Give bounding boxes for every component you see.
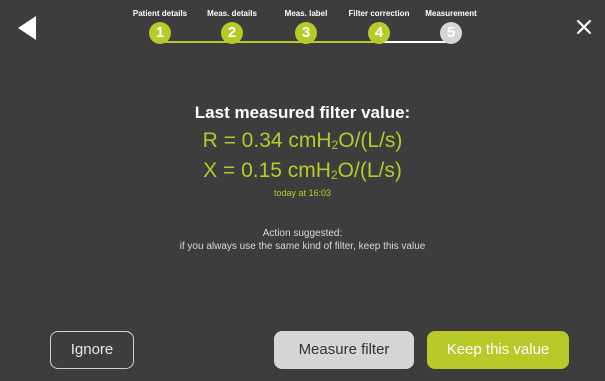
progress-stepper: Patient details 1 Meas. details 2 Meas. …: [120, 8, 500, 58]
ignore-button[interactable]: Ignore: [50, 331, 134, 369]
back-arrow-icon: [18, 16, 36, 40]
measure-filter-button[interactable]: Measure filter: [274, 331, 414, 369]
action-suggestion: Action suggested: if you always use the …: [0, 227, 605, 253]
step-number: 3: [295, 22, 317, 44]
step-number: 4: [368, 22, 390, 44]
resistance-value: R = 0.34 cmH2O/(L/s): [0, 128, 605, 154]
close-icon: [576, 19, 592, 35]
action-text: if you always use the same kind of filte…: [179, 241, 426, 252]
keep-value-button[interactable]: Keep this value: [427, 331, 569, 369]
step-label: Measurement: [425, 9, 477, 18]
reactance-value: X = 0.15 cmH2O/(L/s): [0, 158, 605, 184]
back-button[interactable]: [16, 14, 38, 42]
resistance-suffix: O/(L/s): [338, 129, 403, 152]
step-measurement: Measurement 5: [406, 8, 496, 44]
close-button[interactable]: [573, 16, 595, 38]
reactance-suffix: O/(L/s): [337, 159, 402, 182]
filter-value-panel: Last measured filter value: R = 0.34 cmH…: [0, 102, 605, 199]
page-heading: Last measured filter value:: [194, 103, 411, 122]
resistance-prefix: R = 0.34 cmH: [202, 129, 332, 152]
step-number: 1: [149, 22, 171, 44]
step-number: 5: [440, 22, 462, 44]
step-number: 2: [221, 22, 243, 44]
reactance-subscript: 2: [330, 168, 338, 182]
reactance-prefix: X = 0.15 cmH: [203, 159, 331, 182]
measurement-timestamp: today at 16:03: [273, 188, 332, 198]
action-title: Action suggested:: [262, 228, 343, 239]
filter-correction-screen: Patient details 1 Meas. details 2 Meas. …: [0, 0, 605, 381]
